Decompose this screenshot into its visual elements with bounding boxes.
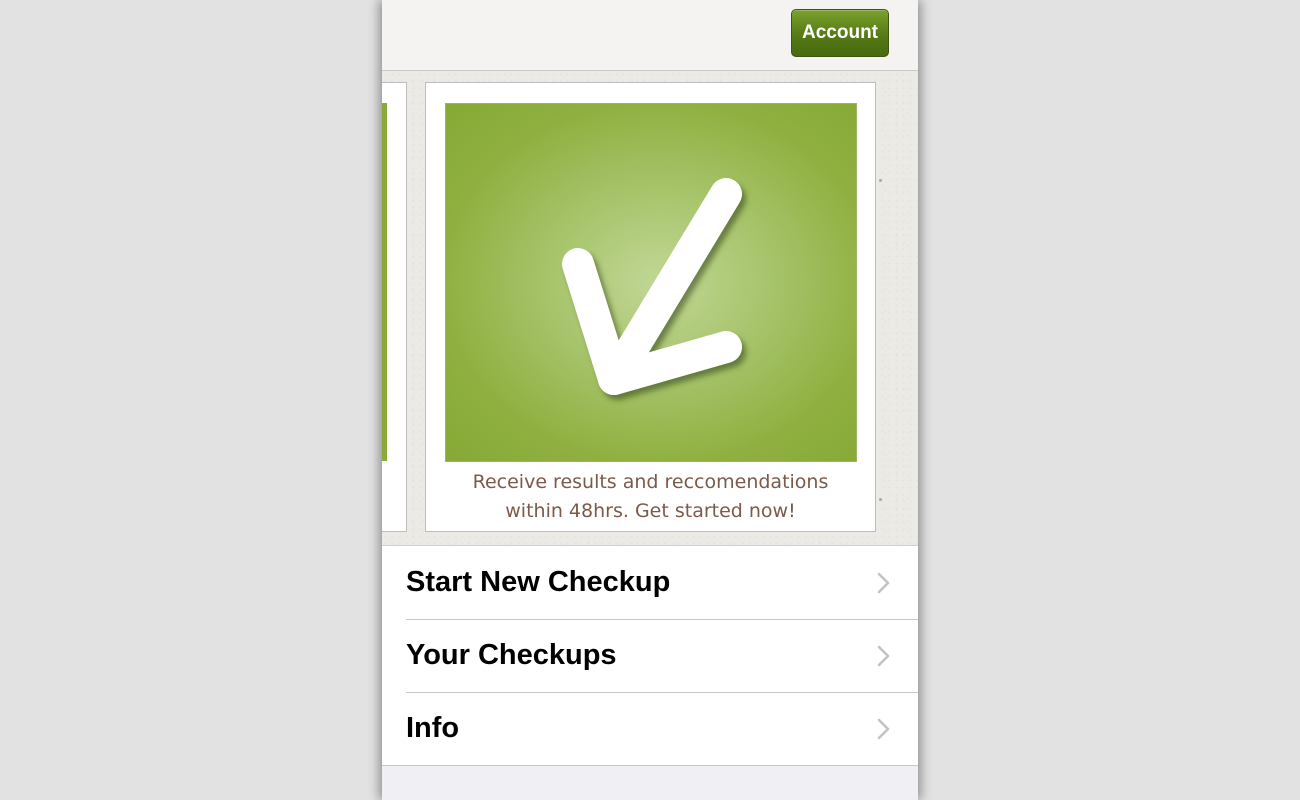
page-indicator-dot xyxy=(879,179,882,182)
menu-item-label: Start New Checkup xyxy=(406,566,671,598)
carousel-card-previous[interactable] xyxy=(382,82,407,532)
main-menu: Start New Checkup Your Checkups Info xyxy=(382,546,918,766)
menu-item-your-checkups[interactable]: Your Checkups xyxy=(382,619,918,692)
carousel-card-image xyxy=(445,103,857,462)
menu-item-info[interactable]: Info xyxy=(382,692,918,765)
menu-item-start-new-checkup[interactable]: Start New Checkup xyxy=(382,546,918,619)
promo-carousel[interactable]: Receive results and reccomendations with… xyxy=(382,71,918,546)
caption-line-2: within 48hrs. Get started now! xyxy=(505,500,796,522)
carousel-card-image xyxy=(382,103,387,461)
page-indicator-dot xyxy=(879,498,882,501)
menu-item-label: Your Checkups xyxy=(406,639,617,671)
account-button[interactable]: Account xyxy=(791,9,889,57)
navigation-bar: Account xyxy=(382,0,918,71)
chevron-right-icon xyxy=(877,572,890,594)
menu-item-label: Info xyxy=(406,712,460,744)
checkmark-icon xyxy=(562,178,742,395)
app-screen: Account Receive results and reccomendati… xyxy=(382,0,918,800)
carousel-card-current[interactable]: Receive results and reccomendations with… xyxy=(425,82,876,532)
carousel-caption: Receive results and reccomendations with… xyxy=(426,468,875,526)
chevron-right-icon xyxy=(877,645,890,667)
caption-line-1: Receive results and reccomendations xyxy=(472,471,829,493)
chevron-right-icon xyxy=(877,718,890,740)
